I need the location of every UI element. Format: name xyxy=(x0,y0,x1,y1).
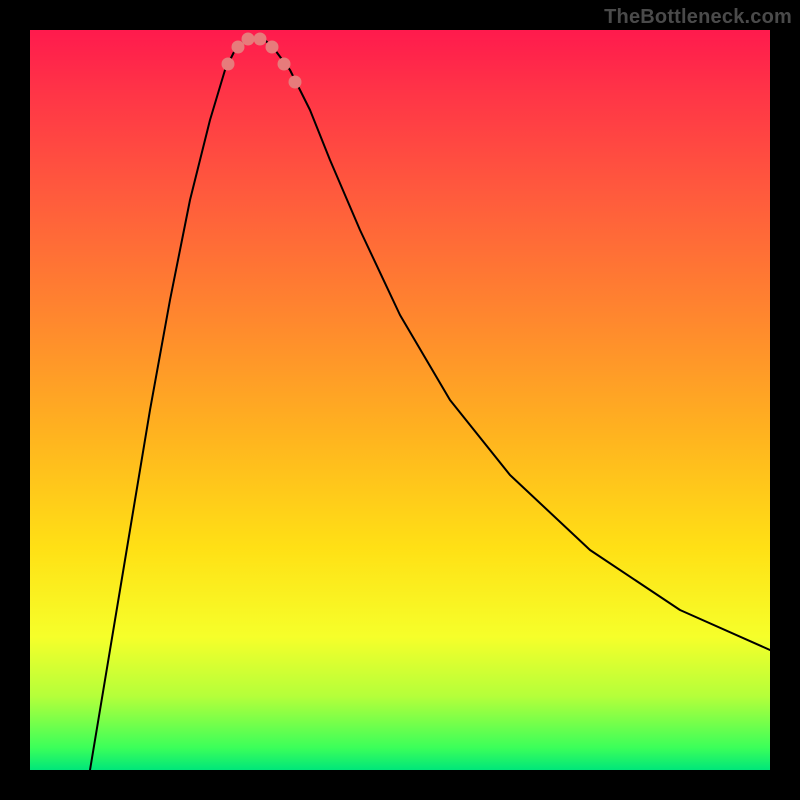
bottleneck-curve xyxy=(90,38,770,770)
watermark-text: TheBottleneck.com xyxy=(604,6,792,29)
plot-area xyxy=(30,30,770,770)
curve-marker xyxy=(289,76,302,89)
curve-svg xyxy=(30,30,770,770)
curve-marker xyxy=(278,58,291,71)
curve-marker xyxy=(254,33,267,46)
curve-marker xyxy=(266,41,279,54)
chart-frame: TheBottleneck.com xyxy=(0,0,800,800)
curve-markers xyxy=(222,33,302,89)
curve-marker xyxy=(222,58,235,71)
curve-marker xyxy=(242,33,255,46)
